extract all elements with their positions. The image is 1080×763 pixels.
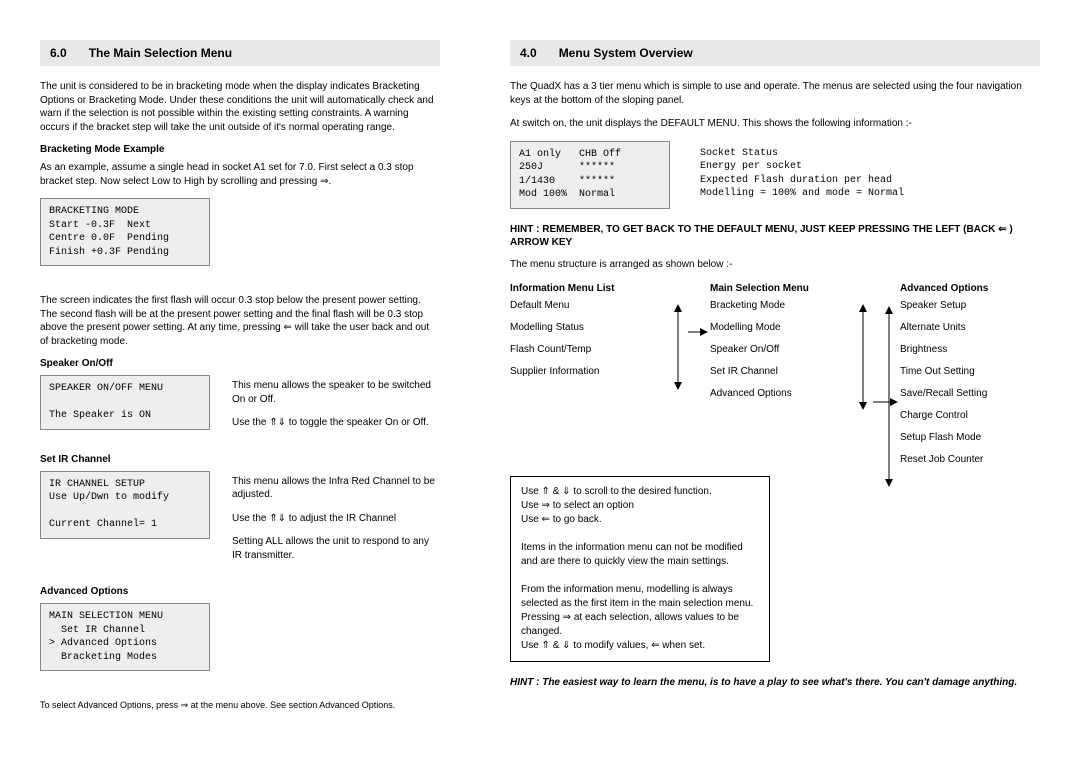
default-menu-row: A1 only CHB Off 250J ****** 1/1430 *****… bbox=[510, 141, 1040, 209]
speaker-desc: This menu allows the speaker to be switc… bbox=[232, 375, 440, 440]
list-item: Default Menu bbox=[510, 300, 665, 312]
ir-desc-1: This menu allows the Infra Red Channel t… bbox=[232, 475, 440, 502]
list-item: Speaker On/Off bbox=[710, 344, 850, 356]
list-item: Time Out Setting bbox=[900, 366, 1040, 378]
hint-bold: HINT : REMEMBER, TO GET BACK TO THE DEFA… bbox=[510, 223, 1040, 250]
speaker-desc-2: Use the ⇑⇓ to toggle the speaker On or O… bbox=[232, 416, 440, 430]
list-item: Alternate Units bbox=[900, 322, 1040, 334]
main-menu-column: Bracketing Mode Modelling Mode Speaker O… bbox=[710, 300, 850, 466]
ir-desc-2: Use the ⇑⇓ to adjust the IR Channel bbox=[232, 512, 440, 526]
list-item: Set IR Channel bbox=[710, 366, 850, 378]
info-menu-column: Default Menu Modelling Status Flash Coun… bbox=[510, 300, 665, 466]
arranged-text: The menu structure is arranged as shown … bbox=[510, 258, 1040, 272]
header-info-menu: Information Menu List bbox=[510, 283, 710, 294]
list-item: Charge Control bbox=[900, 410, 1040, 422]
intro-text: The unit is considered to be in bracketi… bbox=[40, 80, 440, 134]
ir-desc: This menu allows the Infra Red Channel t… bbox=[232, 471, 440, 573]
arrow-column-1 bbox=[665, 300, 710, 466]
bme-heading: Bracketing Mode Example bbox=[40, 144, 440, 155]
after-bme-text: The screen indicates the first flash wil… bbox=[40, 294, 440, 348]
speaker-heading: Speaker On/Off bbox=[40, 358, 440, 369]
section-header-4: 4.0 Menu System Overview bbox=[510, 40, 1040, 66]
menu-diagram: Default Menu Modelling Status Flash Coun… bbox=[510, 300, 1040, 466]
list-item: Reset Job Counter bbox=[900, 454, 1040, 466]
overview-intro2: At switch on, the unit displays the DEFA… bbox=[510, 117, 1040, 131]
speaker-desc-1: This menu allows the speaker to be switc… bbox=[232, 379, 440, 406]
ir-display: IR CHANNEL SETUP Use Up/Dwn to modify Cu… bbox=[40, 471, 210, 539]
list-item: Setup Flash Mode bbox=[900, 432, 1040, 444]
section-title: Menu System Overview bbox=[559, 46, 693, 60]
section-number: 4.0 bbox=[520, 46, 537, 60]
updown-arrow-icon bbox=[668, 302, 708, 392]
adv-footer: To select Advanced Options, press ⇒ at t… bbox=[40, 699, 440, 711]
list-item: Modelling Status bbox=[510, 322, 665, 334]
speaker-display: SPEAKER ON/OFF MENU The Speaker is ON bbox=[40, 375, 210, 430]
ir-heading: Set IR Channel bbox=[40, 454, 440, 465]
list-item: Save/Recall Setting bbox=[900, 388, 1040, 400]
list-item: Brightness bbox=[900, 344, 1040, 356]
list-item: Flash Count/Temp bbox=[510, 344, 665, 356]
adv-options-column: Speaker Setup Alternate Units Brightness… bbox=[900, 300, 1040, 466]
default-menu-display: A1 only CHB Off 250J ****** 1/1430 *****… bbox=[510, 141, 670, 209]
list-item: Advanced Options bbox=[710, 388, 850, 400]
default-menu-legend: Socket Status Energy per socket Expected… bbox=[700, 141, 904, 209]
adv-heading: Advanced Options bbox=[40, 586, 440, 597]
header-main-menu: Main Selection Menu bbox=[710, 283, 900, 294]
ir-desc-3: Setting ALL allows the unit to respond t… bbox=[232, 535, 440, 562]
list-item: Speaker Setup bbox=[900, 300, 1040, 312]
updown-arrow-icon bbox=[880, 304, 898, 489]
list-item: Modelling Mode bbox=[710, 322, 850, 334]
bracketing-mode-display: BRACKETING MODE Start -0.3F Next Centre … bbox=[40, 198, 210, 266]
section-title: The Main Selection Menu bbox=[89, 46, 232, 60]
menu-diagram-headers: Information Menu List Main Selection Men… bbox=[510, 283, 1040, 294]
right-column: 4.0 Menu System Overview The QuadX has a… bbox=[510, 40, 1040, 723]
adv-display: MAIN SELECTION MENU Set IR Channel > Adv… bbox=[40, 603, 210, 671]
header-adv-options: Advanced Options bbox=[900, 283, 1040, 294]
section-header-6: 6.0 The Main Selection Menu bbox=[40, 40, 440, 66]
left-column: 6.0 The Main Selection Menu The unit is … bbox=[40, 40, 440, 723]
list-item: Bracketing Mode bbox=[710, 300, 850, 312]
help-box: Use ⇑ & ⇓ to scroll to the desired funct… bbox=[510, 476, 770, 662]
bme-text: As an example, assume a single head in s… bbox=[40, 161, 440, 188]
hint-italic: HINT : The easiest way to learn the menu… bbox=[510, 676, 1040, 690]
section-number: 6.0 bbox=[50, 46, 67, 60]
list-item: Supplier Information bbox=[510, 366, 665, 378]
overview-intro: The QuadX has a 3 tier menu which is sim… bbox=[510, 80, 1040, 107]
